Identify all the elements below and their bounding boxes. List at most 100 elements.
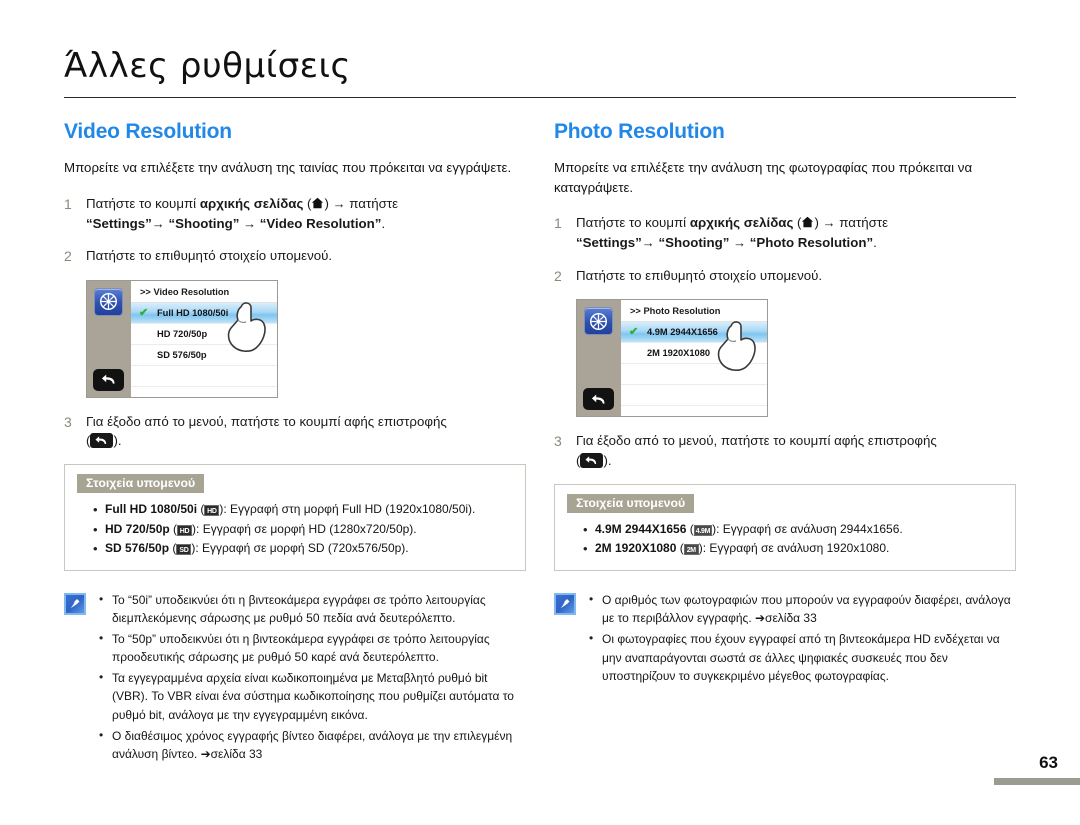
step-3-video: 3 Για έξοδο από το μενού, πατήστε το κου…	[64, 412, 526, 451]
submenu-details-box-video: Στοιχεία υπομενού Full HD 1080/50i (HD):…	[64, 464, 526, 571]
step-end-punct: .	[873, 235, 877, 251]
fullhd-badge-icon: HD	[204, 505, 220, 517]
lcd-option-row[interactable]: SD 576/50p	[131, 345, 277, 366]
menu-path-shooting: “Shooting”	[168, 215, 240, 231]
section-title-photo: Photo Resolution	[554, 120, 725, 143]
note-item: Το “50i” υποδεικνύει ότι η βιντεοκάμερα …	[98, 589, 526, 628]
submenu-item-label: 2M 1920X1080	[595, 541, 677, 556]
lcd-content: >> Photo Resolution ✔ 4.9M 2944X1656 2M …	[621, 300, 767, 417]
paren-close: ).	[113, 432, 122, 448]
step-lead-text: Πατήστε το κουμπί	[86, 195, 200, 211]
note-item: Οι φωτογραφίες που έχουν εγγραφεί από τη…	[588, 629, 1016, 686]
lcd-option-label: 2M 1920X1080	[647, 348, 711, 359]
submenu-item-desc: ): Εγγραφή σε ανάλυση 2944x1656.	[712, 521, 903, 536]
note-item: Τα εγγεγραμμένα αρχεία είναι κωδικοποιημ…	[98, 668, 526, 725]
return-arrow-icon[interactable]	[93, 368, 124, 391]
arrow-icon-3: →	[243, 215, 257, 231]
home-icon	[311, 197, 324, 209]
lcd-breadcrumb: >> Video Resolution	[131, 281, 277, 303]
step-text: Πατήστε το επιθυμητό στοιχείο υπομενού.	[576, 268, 823, 284]
submenu-item: Full HD 1080/50i (HD): Εγγραφή στη μορφή…	[93, 499, 513, 521]
lcd-option-label: Full HD 1080/50i	[157, 307, 229, 318]
step-text: Πατήστε το κουμπί αρχικής σελίδας () → π…	[86, 194, 398, 234]
note-block-photo: Ο αριθμός των φωτογραφιών που μπορούν να…	[554, 590, 1016, 688]
paren-open: (	[303, 195, 312, 211]
note-item: Το “50p” υποδεικνύει ότι η βιντεοκάμερα …	[98, 629, 526, 667]
lcd-option-row-empty	[621, 364, 767, 386]
page-title: Άλλες ρυθμίσεις	[64, 46, 352, 86]
return-arrow-icon[interactable]	[583, 388, 614, 411]
home-icon	[801, 216, 814, 228]
step-3-text: Για έξοδο από το μενού, πατήστε το κουμπ…	[576, 433, 937, 449]
lcd-option-row[interactable]: HD 720/50p	[131, 324, 277, 345]
step-text: Πατήστε το επιθυμητό στοιχείο υπομενού.	[86, 248, 333, 264]
return-icon	[580, 452, 604, 468]
step-mid-text: πατήστε	[835, 215, 889, 231]
note-list: Ο αριθμός των φωτογραφιών που μπορούν να…	[588, 590, 1016, 688]
lcd-sidebar	[577, 300, 621, 417]
arrow-icon-1: →	[822, 215, 836, 231]
note-list: Το “50i” υποδεικνύει ότι η βιντεοκάμερα …	[98, 589, 526, 766]
menu-path-settings: “Settings”	[86, 215, 152, 231]
note-pen-icon	[64, 592, 86, 615]
submenu-list: Full HD 1080/50i (HD): Εγγραφή στη μορφή…	[77, 499, 513, 560]
step-number: 1	[554, 215, 562, 232]
hd-badge-icon: HD	[177, 524, 193, 536]
paren-close: )	[814, 215, 823, 231]
note-item: Ο διαθέσιμος χρόνος εγγραφής βίντεο διαφ…	[98, 726, 526, 764]
res-49m-badge-icon: 4.9M	[693, 524, 713, 536]
step-number: 2	[64, 248, 72, 265]
submenu-list: 4.9M 2944X1656 (4.9M): Εγγραφή σε ανάλυσ…	[567, 519, 1003, 560]
submenu-item-desc: ): Εγγραφή στη μορφή Full HD (1920x1080/…	[219, 502, 476, 517]
step-number: 1	[64, 195, 72, 212]
submenu-item: HD 720/50p (HD): Εγγραφή σε μορφή HD (12…	[93, 519, 513, 541]
menu-path-target: “Photo Resolution”	[749, 235, 874, 251]
section-intro-video: Μπορείτε να επιλέξετε την ανάλυση της τα…	[64, 160, 512, 175]
submenu-item-label: SD 576/50p	[105, 541, 170, 556]
submenu-item: SD 576/50p (SD): Εγγραφή σε μορφή SD (72…	[93, 538, 513, 560]
step-1-video: 1 Πατήστε το κουμπί αρχικής σελίδας () →…	[64, 194, 526, 234]
submenu-item: 2M 1920X1080 (2M): Εγγραφή σε ανάλυση 19…	[583, 538, 1003, 560]
step-3-photo: 3 Για έξοδο από το μενού, πατήστε το κου…	[554, 431, 1016, 470]
step-3-text: Για έξοδο από το μενού, πατήστε το κουμπ…	[86, 413, 447, 429]
step-lead-text: Πατήστε το κουμπί	[576, 215, 690, 231]
lcd-option-row[interactable]: ✔ Full HD 1080/50i	[131, 302, 277, 324]
lcd-frame: >> Video Resolution ✔ Full HD 1080/50i H…	[86, 279, 278, 398]
res-2m-badge-icon: 2M	[683, 544, 699, 556]
note-item: Ο αριθμός των φωτογραφιών που μπορούν να…	[588, 590, 1016, 628]
step-end-punct: .	[381, 215, 386, 231]
lcd-option-row[interactable]: 2M 1920X1080	[621, 343, 767, 365]
lcd-frame: >> Photo Resolution ✔ 4.9M 2944X1656 2M …	[576, 299, 768, 418]
lcd-option-label: HD 720/50p	[157, 328, 208, 339]
step-number: 3	[554, 433, 562, 450]
step-text: Πατήστε το κουμπί αρχικής σελίδας () → π…	[576, 213, 888, 253]
submenu-item-desc: ): Εγγραφή σε μορφή SD (720x576/50p).	[191, 541, 409, 556]
arrow-icon-1: →	[332, 195, 346, 211]
step-bold-home: αρχικής σελίδας	[689, 215, 794, 231]
note-icon-wrap	[554, 591, 580, 688]
lcd-option-row[interactable]: ✔ 4.9M 2944X1656	[621, 322, 767, 344]
arrow-icon-2: →	[641, 235, 655, 251]
settings-wheel-icon[interactable]	[584, 307, 613, 336]
submenu-item-label: 4.9M 2944X1656	[595, 521, 687, 536]
title-divider	[64, 97, 1016, 98]
submenu-details-box-photo: Στοιχεία υπομενού 4.9M 2944X1656 (4.9M):…	[554, 483, 1016, 571]
submenu-badge: Στοιχεία υπομενού	[567, 493, 695, 513]
step-1-photo: 1 Πατήστε το κουμπί αρχικής σελίδας () →…	[554, 213, 1016, 253]
return-icon	[90, 432, 114, 448]
page-footer-bar	[994, 778, 1080, 785]
step-number: 3	[64, 413, 72, 430]
step-text: Για έξοδο από το μενού, πατήστε το κουμπ…	[576, 431, 937, 470]
paren-close: ).	[603, 452, 612, 468]
settings-wheel-icon[interactable]	[94, 287, 123, 316]
page-number: 63	[1039, 753, 1058, 772]
manual-page: Άλλες ρυθμίσεις Video Resolution Μπορείτ…	[0, 0, 1080, 825]
note-icon-wrap	[64, 591, 90, 766]
sd-badge-icon: SD	[176, 544, 192, 556]
lcd-screenshot-video: >> Video Resolution ✔ Full HD 1080/50i H…	[86, 279, 526, 398]
section-intro-photo: Μπορείτε να επιλέξετε την ανάλυση της φω…	[554, 160, 973, 195]
arrow-icon-3: →	[733, 235, 747, 251]
menu-path-shooting: “Shooting”	[658, 235, 730, 251]
paren-open: (	[793, 215, 802, 231]
submenu-item-desc: ): Εγγραφή σε μορφή HD (1280x720/50p).	[192, 521, 417, 536]
